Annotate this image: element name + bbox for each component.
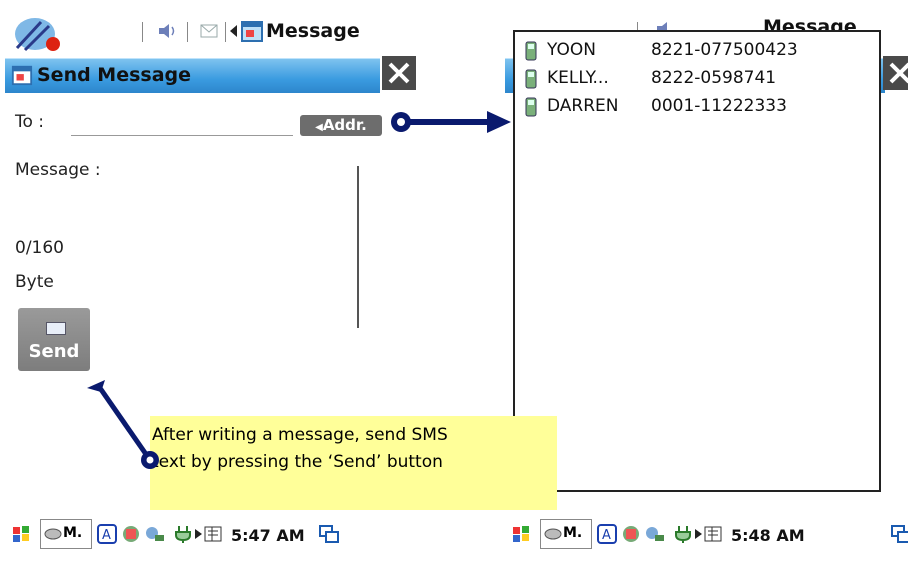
status-separator — [187, 22, 188, 42]
windows-start-icon[interactable] — [11, 524, 31, 544]
close-icon — [889, 62, 908, 84]
mobile-phone-icon — [525, 97, 537, 117]
cloud-icon — [44, 528, 62, 540]
taskbar-app-label: M. — [563, 525, 583, 541]
contact-name: KELLY... — [547, 68, 609, 88]
arrow-to-send-button — [87, 380, 159, 469]
power-plug-icon[interactable] — [173, 524, 193, 544]
to-input[interactable] — [71, 135, 293, 136]
to-label: To : — [15, 112, 45, 132]
addr-button-label: Addr. — [322, 116, 367, 134]
taskbar-app-button[interactable]: M. — [540, 519, 592, 549]
contact-number: 0001-11222333 — [651, 96, 787, 116]
windows-overlap-icon[interactable] — [891, 524, 908, 544]
right-triangle-icon[interactable] — [195, 529, 202, 539]
svg-text:A: A — [602, 528, 611, 543]
close-icon — [388, 62, 410, 84]
annotation-text: After writing a message, send SMS text b… — [152, 422, 448, 476]
contact-number: 8221-077500423 — [651, 40, 798, 60]
input-method-icon[interactable]: A — [597, 524, 617, 544]
status-separator — [142, 22, 143, 42]
contact-row[interactable]: YOON 8221-077500423 — [525, 38, 865, 64]
message-input[interactable] — [357, 166, 359, 328]
cloud-icon — [544, 528, 562, 540]
annotation-line-1: After writing a message, send SMS — [152, 425, 448, 445]
status-bar: Message — [5, 8, 420, 53]
input-method-icon[interactable]: A — [97, 524, 117, 544]
power-plug-icon[interactable] — [673, 524, 693, 544]
close-button[interactable] — [883, 56, 908, 90]
contact-list-popup: YOON 8221-077500423 KELLY... 8222-059874… — [513, 30, 881, 492]
keyboard-icon[interactable] — [121, 524, 141, 544]
contact-number: 8222-0598741 — [651, 68, 777, 88]
sip-keyboard-icon[interactable] — [203, 524, 223, 544]
windows-overlap-icon[interactable] — [319, 524, 339, 544]
send-button-label: Send — [28, 341, 80, 362]
clock: 5:48 AM — [731, 526, 805, 545]
network-icon[interactable] — [145, 524, 165, 544]
annotation-callout: After writing a message, send SMS text b… — [150, 416, 557, 510]
byte-count: 0/160 — [15, 238, 64, 258]
contact-row[interactable]: DARREN 0001-11222333 — [525, 94, 865, 120]
byte-unit: Byte — [15, 272, 54, 292]
left-triangle-icon: ◀ — [315, 122, 323, 133]
envelope-icon — [46, 322, 66, 335]
contact-name: DARREN — [547, 96, 619, 116]
annotation-line-2: text by pressing the ‘Send’ button — [152, 452, 443, 472]
status-title: Message — [266, 20, 360, 42]
envelope-icon[interactable] — [200, 24, 218, 38]
left-triangle-icon[interactable] — [230, 25, 238, 37]
clock: 5:47 AM — [231, 526, 305, 545]
taskbar-app-label: M. — [63, 525, 83, 541]
taskbar: M. A 5:48 AM — [505, 514, 908, 556]
speaker-icon[interactable] — [157, 22, 179, 40]
satellite-icon[interactable] — [11, 14, 67, 52]
mobile-phone-icon — [525, 41, 537, 61]
svg-text:A: A — [102, 528, 111, 543]
keyboard-icon[interactable] — [621, 524, 641, 544]
app-window-icon — [241, 21, 263, 42]
title-bar: Send Message — [5, 58, 380, 93]
sip-keyboard-icon[interactable] — [703, 524, 723, 544]
taskbar: M. A 5:47 AM — [5, 514, 420, 556]
status-separator — [225, 22, 226, 42]
message-label: Message : — [15, 160, 101, 180]
right-triangle-icon[interactable] — [695, 529, 702, 539]
network-icon[interactable] — [645, 524, 665, 544]
close-button[interactable] — [382, 56, 416, 90]
contact-name: YOON — [547, 40, 596, 60]
contact-row[interactable]: KELLY... 8222-0598741 — [525, 66, 865, 92]
addr-button[interactable]: ◀Addr. — [300, 115, 382, 136]
arrow-to-contact-list — [391, 111, 511, 133]
window-title: Send Message — [37, 64, 192, 86]
mobile-phone-icon — [525, 69, 537, 89]
windows-start-icon[interactable] — [511, 524, 531, 544]
app-window-icon — [11, 65, 33, 86]
taskbar-app-button[interactable]: M. — [40, 519, 92, 549]
send-button[interactable]: Send — [18, 308, 90, 371]
